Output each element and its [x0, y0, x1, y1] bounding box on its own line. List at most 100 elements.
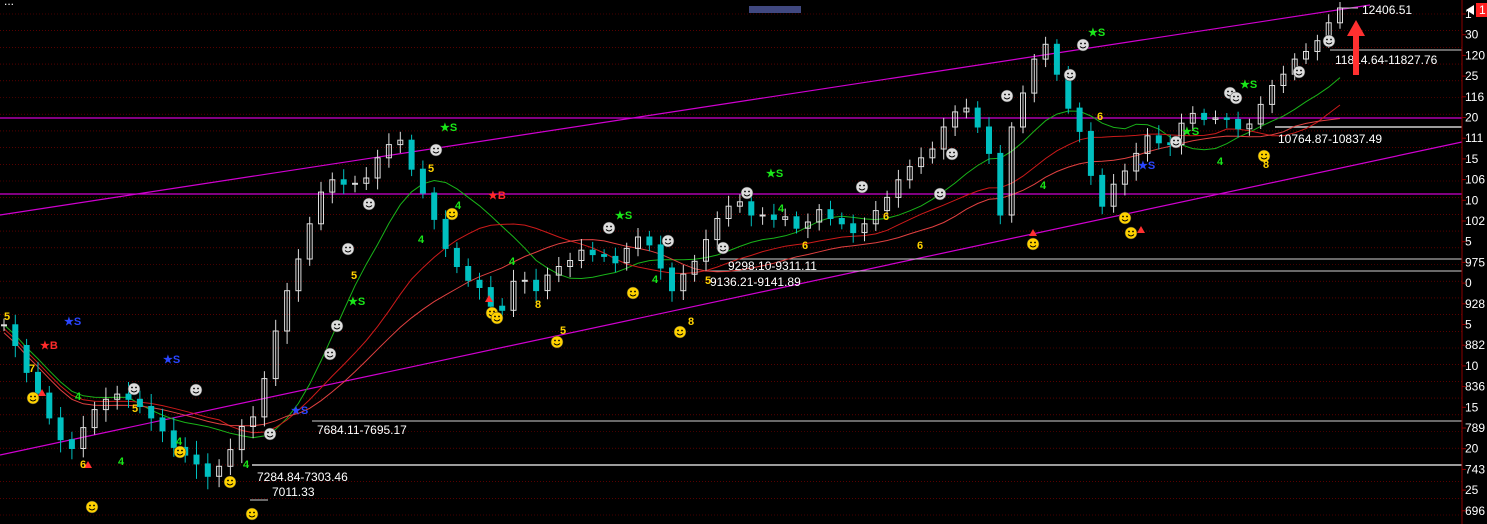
candle-body — [442, 218, 449, 249]
wave-count-label: 6 — [1097, 111, 1103, 123]
candle-body — [453, 247, 460, 267]
smiley-top-icon — [855, 180, 869, 194]
y-tick-label: 15 — [1465, 152, 1479, 166]
wave-count-label: 4 — [455, 200, 462, 212]
y-tick-label: 10 — [1465, 359, 1479, 373]
smiley-top-icon — [1169, 135, 1183, 149]
candle-body — [533, 279, 540, 292]
candle-body — [612, 255, 619, 264]
wave-count-label: 8 — [1263, 159, 1269, 171]
signal-label: ★S — [615, 210, 632, 222]
y-tick-label: 696 — [1465, 504, 1485, 518]
candle-body — [1201, 112, 1208, 120]
y-tick-label: 30 — [1465, 28, 1479, 42]
candle-body — [419, 168, 426, 194]
smiley-top-icon — [740, 186, 754, 200]
smiley-bottom-icon — [673, 325, 687, 339]
smiley-top-icon — [263, 427, 277, 441]
smiley-top-icon — [323, 347, 337, 361]
wave-count-label: 5 — [560, 325, 566, 337]
svg-text:...: ... — [4, 0, 14, 8]
wave-count-label: 5 — [351, 270, 357, 282]
wave-count-label: 6 — [883, 211, 889, 223]
candle-body — [46, 392, 53, 419]
candle-body — [476, 279, 483, 288]
candle-body — [35, 371, 41, 394]
y-tick-label: 789 — [1465, 421, 1485, 435]
wave-count-label: 8 — [688, 316, 694, 328]
signal-label: ★S — [291, 405, 308, 417]
y-tick-label: 882 — [1465, 338, 1485, 352]
smiley-bottom-icon — [490, 311, 504, 325]
y-tick-label: 111 — [1465, 131, 1484, 145]
smiley-bottom-icon — [245, 507, 259, 521]
smiley-top-icon — [330, 319, 344, 333]
title-fragment: ... — [4, 0, 14, 8]
y-tick-label: 25 — [1465, 483, 1479, 497]
candle-body — [657, 244, 664, 269]
y-tick-label: 25 — [1465, 69, 1479, 83]
wave-count-label: 5 — [4, 311, 10, 323]
candle-body — [408, 139, 415, 170]
signal-label: ★S — [1138, 160, 1155, 172]
signal-label: ★S — [440, 122, 457, 134]
candle-body — [646, 236, 653, 246]
candle-body — [827, 209, 834, 219]
signal-label: ★S — [64, 316, 81, 328]
wave-count-label: 4 — [243, 459, 250, 471]
y-tick-label: 5 — [1465, 235, 1472, 249]
smiley-top-icon — [1063, 68, 1077, 82]
y-tick-label: 10 — [1465, 193, 1479, 207]
wave-count-label: 8 — [535, 299, 541, 311]
smiley-bottom-icon — [26, 391, 40, 405]
range-label-6: 7284.84-7303.46 — [257, 470, 348, 484]
y-tick-label: 836 — [1465, 380, 1485, 394]
wave-count-label: 4 — [778, 203, 785, 215]
signal-label: ★S — [163, 354, 180, 366]
candle-body — [12, 324, 19, 346]
candle-body — [748, 201, 755, 216]
wave-count-label: 4 — [75, 391, 82, 403]
candle-body — [838, 218, 845, 225]
candle-body — [1087, 130, 1094, 176]
low-price-label: 7011.33 — [272, 485, 315, 499]
wave-count-label: 5 — [428, 163, 434, 175]
wave-count-label: 4 — [1040, 180, 1047, 192]
y-tick-label: 5 — [1465, 318, 1472, 332]
candle-body — [431, 192, 438, 220]
badge-left: 1 — [1479, 3, 1486, 17]
candle-body — [1155, 135, 1162, 144]
candle-body — [148, 406, 155, 419]
smiley-top-icon — [945, 147, 959, 161]
smiley-top-icon — [1292, 65, 1306, 79]
candle-body — [759, 214, 766, 217]
candle-body — [1099, 174, 1106, 207]
candle-body — [499, 305, 506, 311]
candle-body — [340, 179, 347, 185]
candle-body — [521, 279, 528, 282]
y-tick-label: 0 — [1465, 276, 1472, 290]
range-label-4: 9136.21-9141.89 — [710, 275, 801, 289]
candle-body — [974, 107, 981, 128]
candle-body — [997, 152, 1004, 216]
wave-count-label: 4 — [509, 256, 516, 268]
range-label-3: 9298.10-9311.11 — [728, 259, 817, 273]
high-price-label: 12406.51 — [1362, 3, 1412, 17]
smiley-top-icon — [1229, 91, 1243, 105]
signal-label: ★S — [1088, 27, 1105, 39]
smiley-top-icon — [933, 187, 947, 201]
candlestick-chart[interactable]: ★B ★S ★S ★S ★S ★S ★B ★S ★S ★S ★S ★S ★S 5 7 4 6 4 5 4 4 5 4 5 4 4 8… — [0, 0, 1487, 524]
y-tick-label: 120 — [1465, 48, 1485, 62]
candle-body — [136, 398, 143, 407]
range-label-1: 11814.64-11827.76 — [1335, 53, 1438, 67]
candle-body — [601, 254, 608, 257]
candle-body — [793, 216, 800, 229]
wave-count-label: 6 — [80, 459, 86, 471]
candle-body — [1223, 117, 1230, 120]
smiley-bottom-icon — [1118, 211, 1132, 225]
y-tick-label: 15 — [1465, 400, 1479, 414]
smiley-top-icon — [127, 382, 141, 396]
smiley-top-icon — [1000, 89, 1014, 103]
smiley-top-icon — [362, 197, 376, 211]
wave-count-label: 6 — [802, 240, 808, 252]
